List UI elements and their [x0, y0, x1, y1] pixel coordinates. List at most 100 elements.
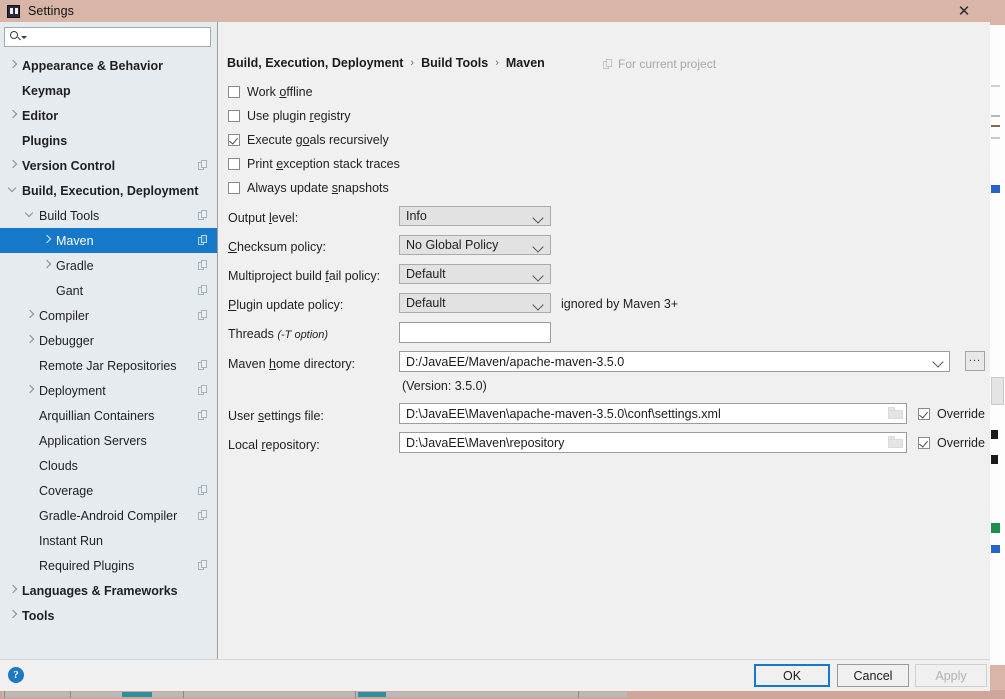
- checkbox-icon[interactable]: [228, 158, 240, 170]
- settings-sidebar: Appearance & BehaviorKeymapEditor Plugins…: [0, 22, 218, 659]
- checkbox-icon[interactable]: [228, 86, 240, 98]
- chevron-right-icon[interactable]: [25, 335, 36, 346]
- checkbox-row[interactable]: Execute goals recursively: [228, 132, 389, 148]
- sidebar-item-label: Gant: [56, 284, 83, 298]
- combo-label-row: Output level:: [228, 207, 298, 229]
- chevron-right-icon[interactable]: [8, 110, 19, 121]
- sidebar-item-label: Required Plugins: [39, 559, 134, 573]
- checkbox-row[interactable]: Print exception stack traces: [228, 156, 400, 172]
- chevron-right-icon[interactable]: [25, 385, 36, 396]
- chevron-down-icon: [21, 36, 27, 39]
- checkbox-label: Execute goals recursively: [247, 133, 389, 147]
- checkbox-label: Always update snapshots: [247, 181, 389, 195]
- chevron-down-icon: [532, 270, 543, 281]
- combo-value: Info: [406, 209, 427, 223]
- chevron-right-icon[interactable]: [8, 585, 19, 596]
- ok-button[interactable]: OK: [754, 664, 830, 687]
- cancel-button[interactable]: Cancel: [837, 664, 909, 687]
- chevron-down-icon[interactable]: [25, 210, 36, 221]
- search-input[interactable]: [29, 28, 213, 48]
- search-box[interactable]: [4, 27, 211, 47]
- threads-input[interactable]: [399, 322, 551, 343]
- chevron-right-icon[interactable]: [8, 610, 19, 621]
- background-taskbar-strip: [0, 690, 1005, 699]
- sidebar-item-remote-jar-repositories[interactable]: Remote Jar Repositories: [0, 353, 217, 378]
- maven-home-browse-button[interactable]: ...: [965, 351, 985, 371]
- chevron-right-icon[interactable]: [25, 310, 36, 321]
- sidebar-item-keymap[interactable]: Keymap: [0, 78, 217, 103]
- threads-row: Threads (-T option): [228, 323, 328, 345]
- copy-icon: [198, 310, 208, 321]
- sidebar-item-required-plugins[interactable]: Required Plugins: [0, 553, 217, 578]
- sidebar-item-coverage[interactable]: Coverage: [0, 478, 217, 503]
- user-settings-field[interactable]: D:\JavaEE\Maven\apache-maven-3.5.0\conf\…: [399, 403, 907, 424]
- sidebar-item-label: Build, Execution, Deployment: [22, 184, 198, 198]
- help-icon[interactable]: ?: [8, 667, 24, 683]
- sidebar-item-label: Maven: [56, 234, 94, 248]
- maven-home-combo[interactable]: D:/JavaEE/Maven/apache-maven-3.5.0: [399, 351, 950, 372]
- combo-select[interactable]: Info: [399, 206, 551, 226]
- sidebar-item-build-execution-deployment[interactable]: Build, Execution, Deployment: [0, 178, 217, 203]
- sidebar-item-arquillian-containers[interactable]: Arquillian Containers: [0, 403, 217, 428]
- sidebar-item-plugins[interactable]: Plugins: [0, 128, 217, 153]
- sidebar-item-label: Application Servers: [39, 434, 147, 448]
- chevron-right-icon[interactable]: [8, 60, 19, 71]
- chevron-right-icon[interactable]: [42, 260, 53, 271]
- checkbox-icon[interactable]: [228, 134, 240, 146]
- sidebar-item-application-servers[interactable]: Application Servers: [0, 428, 217, 453]
- sidebar-item-gant[interactable]: Gant: [0, 278, 217, 303]
- local-repository-row: Local repository:: [228, 434, 320, 456]
- sidebar-item-languages-frameworks[interactable]: Languages & Frameworks: [0, 578, 217, 603]
- chevron-right-icon[interactable]: [8, 160, 19, 171]
- checkbox-icon[interactable]: [228, 110, 240, 122]
- user-settings-override-label: Override: [937, 407, 985, 421]
- close-icon[interactable]: ✕: [944, 0, 984, 22]
- combo-value: Default: [406, 267, 446, 281]
- sidebar-item-appearance-behavior[interactable]: Appearance & Behavior: [0, 53, 217, 78]
- sidebar-item-editor[interactable]: Editor: [0, 103, 217, 128]
- settings-dialog-screen: Settings ✕ Appearance & BehaviorKeymapEd…: [0, 0, 1005, 699]
- sidebar-item-label: Remote Jar Repositories: [39, 359, 177, 373]
- sidebar-item-label: Coverage: [39, 484, 93, 498]
- sidebar-item-build-tools[interactable]: Build Tools: [0, 203, 217, 228]
- breadcrumb-item: Build, Execution, Deployment: [227, 56, 403, 70]
- window-title: Settings: [28, 4, 74, 18]
- checkbox-row[interactable]: Use plugin registry: [228, 108, 351, 124]
- folder-icon[interactable]: [888, 436, 904, 449]
- chevron-right-icon[interactable]: [42, 235, 53, 246]
- copy-icon: [198, 485, 208, 496]
- combo-select[interactable]: Default: [399, 293, 551, 313]
- title-bar: Settings ✕: [0, 0, 990, 22]
- checkbox-label: Print exception stack traces: [247, 157, 400, 171]
- sidebar-item-clouds[interactable]: Clouds: [0, 453, 217, 478]
- checkbox-row[interactable]: Work offline: [228, 84, 313, 100]
- copy-icon: [198, 560, 208, 571]
- checkbox-icon[interactable]: [918, 437, 930, 449]
- sidebar-item-compiler[interactable]: Compiler: [0, 303, 217, 328]
- chevron-down-icon[interactable]: [8, 185, 19, 196]
- sidebar-item-label: Deployment: [39, 384, 106, 398]
- folder-icon[interactable]: [888, 407, 904, 420]
- sidebar-item-label: Plugins: [22, 134, 67, 148]
- sidebar-item-label: Build Tools: [39, 209, 99, 223]
- sidebar-item-debugger[interactable]: Debugger: [0, 328, 217, 353]
- threads-label: Threads (-T option): [228, 327, 328, 341]
- combo-label: Output level:: [228, 211, 298, 225]
- checkbox-icon[interactable]: [228, 182, 240, 194]
- sidebar-item-tools[interactable]: Tools: [0, 603, 217, 628]
- local-repository-field[interactable]: D:\JavaEE\Maven\repository: [399, 432, 907, 453]
- sidebar-item-gradle[interactable]: Gradle: [0, 253, 217, 278]
- sidebar-item-maven[interactable]: Maven: [0, 228, 217, 253]
- sidebar-item-gradle-android-compiler[interactable]: Gradle-Android Compiler: [0, 503, 217, 528]
- user-settings-override[interactable]: Override: [918, 407, 985, 421]
- sidebar-item-instant-run[interactable]: Instant Run: [0, 528, 217, 553]
- local-repository-override[interactable]: Override: [918, 436, 985, 450]
- checkbox-icon[interactable]: [918, 408, 930, 420]
- for-current-project-text: For current project: [618, 57, 716, 71]
- sidebar-item-version-control[interactable]: Version Control: [0, 153, 217, 178]
- checkbox-row[interactable]: Always update snapshots: [228, 180, 389, 196]
- sidebar-item-deployment[interactable]: Deployment: [0, 378, 217, 403]
- dialog-body: Appearance & BehaviorKeymapEditor Plugins…: [0, 22, 990, 659]
- combo-select[interactable]: No Global Policy: [399, 235, 551, 255]
- combo-select[interactable]: Default: [399, 264, 551, 284]
